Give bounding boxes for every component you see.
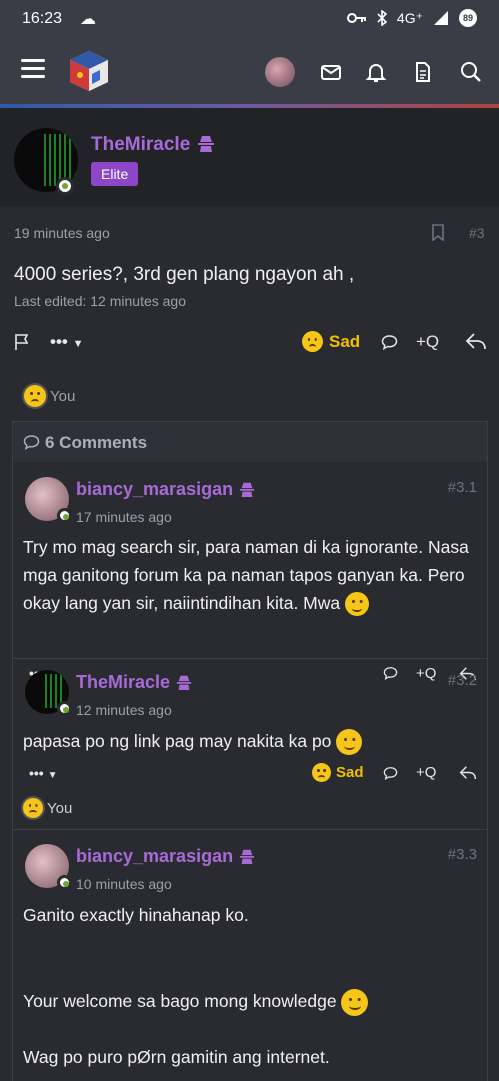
user-avatar[interactable] xyxy=(265,57,295,87)
comment-body-text: Try mo mag search sir, para naman di ka … xyxy=(23,537,469,613)
chevron-down-icon: ▼ xyxy=(47,770,58,781)
comment-body-line: Ganito exactly hinahanap ko. xyxy=(23,905,249,925)
comment-number[interactable]: #3.2 xyxy=(448,672,477,689)
reply-icon[interactable] xyxy=(465,332,487,350)
comment-body-line: Wag po puro pØrn gamitin ang internet. xyxy=(23,1047,330,1067)
comment-icon[interactable] xyxy=(381,334,398,350)
post-author-block: TheMiracle Elite xyxy=(0,108,499,206)
sad-emoji-icon xyxy=(24,385,46,407)
site-logo[interactable] xyxy=(66,48,112,94)
report-flag-icon[interactable] xyxy=(14,333,32,351)
comment-body-line: Your welcome sa bago mong knowledge xyxy=(23,987,483,1016)
reacted-by-text: You xyxy=(50,387,76,405)
signal-icon xyxy=(434,11,448,25)
comment-number[interactable]: #3.3 xyxy=(448,846,477,863)
reaction-button[interactable]: Sad xyxy=(302,331,360,352)
comments-section: 6 Comments biancy_marasigan 17 minutes a… xyxy=(12,421,488,1081)
battery-level: 89 xyxy=(462,13,473,23)
staff-icon xyxy=(176,675,192,690)
author-name[interactable]: TheMiracle xyxy=(91,134,216,156)
sad-emoji-icon xyxy=(23,798,43,818)
kiss-emoji-icon xyxy=(345,592,369,617)
comment-item: TheMiracle 12 minutes ago #3.2 papasa po… xyxy=(13,659,487,829)
comment-item: biancy_marasigan 17 minutes ago #3.1 Try… xyxy=(13,462,487,682)
reacted-by-text: You xyxy=(47,799,73,817)
comment-author[interactable]: TheMiracle xyxy=(76,672,193,693)
comment-body-text: papasa po ng link pag may nakita ka po xyxy=(23,731,332,751)
search-icon[interactable] xyxy=(459,60,483,84)
comment-body-text: Your welcome sa bago mong knowledge xyxy=(23,991,337,1011)
sad-emoji-icon xyxy=(302,331,323,352)
comment-icon xyxy=(23,435,40,450)
more-options-button[interactable]: ••• ▼ xyxy=(29,765,58,781)
comment-time[interactable]: 10 minutes ago xyxy=(76,876,172,892)
comment-item: biancy_marasigan 10 minutes ago #3.3 Gan… xyxy=(13,830,487,1081)
comment-author-text[interactable]: TheMiracle xyxy=(76,672,170,692)
online-status-icon xyxy=(57,875,72,890)
comment-body: Try mo mag search sir, para naman di ka … xyxy=(23,533,483,617)
menu-icon[interactable] xyxy=(21,59,45,79)
reply-icon[interactable] xyxy=(459,765,477,780)
sad-emoji-icon xyxy=(312,763,331,782)
comment-number[interactable]: #3.1 xyxy=(448,479,477,496)
author-name-text[interactable]: TheMiracle xyxy=(91,134,190,155)
comment-icon[interactable] xyxy=(383,766,398,780)
quote-button[interactable]: +Q xyxy=(416,332,439,352)
key-icon xyxy=(346,13,366,23)
bell-icon[interactable] xyxy=(364,60,388,84)
comments-header[interactable]: 6 Comments xyxy=(13,422,487,462)
comment-author[interactable]: biancy_marasigan xyxy=(76,846,256,867)
reaction-summary[interactable]: You xyxy=(24,385,75,407)
app-header xyxy=(0,38,499,108)
more-options-button[interactable]: ••• ▼ xyxy=(50,332,83,352)
comments-count: 6 Comments xyxy=(45,433,148,452)
comment-author-text[interactable]: biancy_marasigan xyxy=(76,846,233,866)
reaction-label: Sad xyxy=(336,764,364,781)
comment-author-text[interactable]: biancy_marasigan xyxy=(76,479,233,499)
reaction-label: Sad xyxy=(329,331,361,351)
smile-emoji-icon xyxy=(336,729,363,756)
post-body: 4000 series?, 3rd gen plang ngayon ah , xyxy=(14,264,355,285)
user-badge: Elite xyxy=(91,162,139,186)
bookmark-icon[interactable] xyxy=(431,224,445,241)
staff-icon xyxy=(239,849,255,864)
clock: 16:23 xyxy=(22,10,63,27)
online-status-icon xyxy=(57,701,72,716)
reaction-summary[interactable]: You xyxy=(23,798,72,818)
smile-emoji-icon xyxy=(341,988,369,1016)
cloud-icon: ☁ xyxy=(80,11,96,28)
bluetooth-icon xyxy=(377,10,387,26)
battery-icon: 89 xyxy=(459,9,477,27)
staff-icon xyxy=(239,482,255,497)
online-status-icon xyxy=(56,177,74,195)
network-type: 4G⁺ xyxy=(396,9,423,26)
post-time[interactable]: 19 minutes ago xyxy=(14,225,110,241)
comment-body: papasa po ng link pag may nakita ka po xyxy=(23,727,483,756)
comment-time[interactable]: 12 minutes ago xyxy=(76,702,172,718)
post-number[interactable]: #3 xyxy=(469,225,485,241)
status-icons: 4G⁺ 89 xyxy=(346,9,477,27)
comment-author[interactable]: biancy_marasigan xyxy=(76,479,256,500)
reaction-button[interactable]: Sad xyxy=(312,763,364,782)
online-status-icon xyxy=(57,508,72,523)
status-bar: 16:23 ☁ 4G⁺ 89 xyxy=(0,0,499,38)
quote-button[interactable]: +Q xyxy=(416,764,436,781)
chevron-down-icon: ▼ xyxy=(72,338,84,350)
document-icon[interactable] xyxy=(411,60,435,84)
staff-icon xyxy=(197,136,214,152)
mail-icon[interactable] xyxy=(319,60,343,84)
comment-time[interactable]: 17 minutes ago xyxy=(76,509,172,525)
post-edited: Last edited: 12 minutes ago xyxy=(14,293,187,309)
